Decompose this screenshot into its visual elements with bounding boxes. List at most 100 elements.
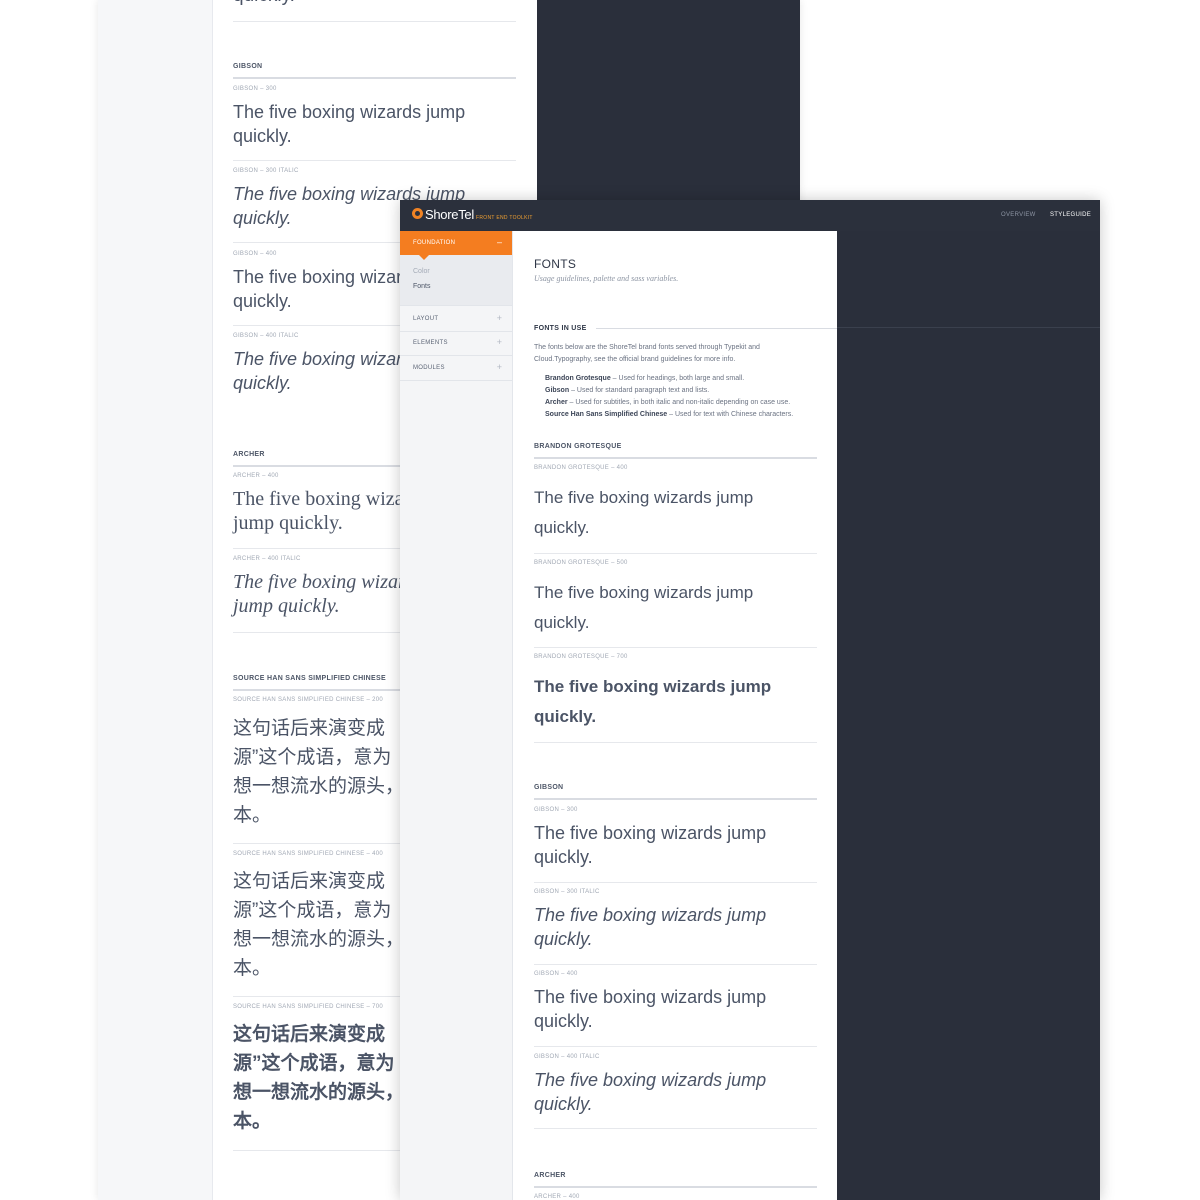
sidebar-item-label: ELEMENTS xyxy=(413,340,448,346)
styleguide-window: ShoreTel FRONT END TOOLKIT OVERVIEW STYL… xyxy=(400,200,1100,1200)
sample-label: GIBSON – 300 ITALIC xyxy=(233,168,299,174)
sample-text: quickly. xyxy=(233,373,292,393)
section-rule xyxy=(534,798,817,800)
sample-text: The five boxing wizards jump xyxy=(534,823,767,843)
sample-text: quickly. xyxy=(233,208,292,228)
collapse-icon[interactable]: – xyxy=(497,237,502,247)
sample-text: quickly. xyxy=(534,613,590,632)
chinese-sample-line: 本。 xyxy=(233,958,272,979)
submenu-item-color[interactable]: Color xyxy=(413,268,430,275)
sample-label: GIBSON – 300 ITALIC xyxy=(534,889,600,895)
active-pointer-icon xyxy=(419,255,429,260)
chinese-sample-line: 源”这个成语，意为 xyxy=(233,1053,395,1074)
sidebar-item-modules[interactable]: MODULES + xyxy=(400,355,512,381)
section-rule xyxy=(534,1186,817,1188)
sample-label: ARCHER – 400 ITALIC xyxy=(233,556,301,562)
divider xyxy=(534,882,817,883)
nav-styleguide[interactable]: STYLEGUIDE xyxy=(1050,212,1091,218)
logo-subtitle: FRONT END TOOLKIT xyxy=(476,215,533,221)
sample-text: The five boxing wizards jump xyxy=(534,1070,767,1090)
font-list-item: Archer – Used for subtitles, in both ita… xyxy=(545,399,790,406)
sample-text: The five boxing wizards xyxy=(233,571,423,593)
chinese-sample-line: 想一想流水的源头， xyxy=(233,929,405,950)
section-label-gibson: GIBSON xyxy=(534,784,564,791)
font-desc: – Used for text with Chinese characters. xyxy=(667,411,794,418)
divider xyxy=(534,742,817,743)
sample-text: The five boxing wizards jump xyxy=(534,905,767,925)
sample-label: GIBSON – 400 xyxy=(233,251,277,257)
sample-label: BRANDON GROTESQUE – 500 xyxy=(534,560,628,566)
font-list-item: Brandon Grotesque – Used for headings, b… xyxy=(545,375,744,382)
cutoff-sample-text: quickly. xyxy=(233,0,295,8)
shoretel-logo-icon[interactable] xyxy=(412,208,423,219)
font-name: Brandon Grotesque xyxy=(545,375,611,382)
page-title: FONTS xyxy=(534,257,577,271)
sample-text: quickly. xyxy=(534,847,593,867)
chinese-sample-line: 本。 xyxy=(233,805,272,826)
sample-label: GIBSON – 300 xyxy=(534,807,578,813)
expand-icon[interactable]: + xyxy=(497,362,502,372)
chinese-sample-line: 这句话后来演变成 xyxy=(233,871,386,892)
sample-text: quickly. xyxy=(534,929,593,949)
submenu-item-fonts[interactable]: Fonts xyxy=(413,283,431,290)
font-desc: – Used for headings, both large and smal… xyxy=(610,375,745,382)
main-content: FONTS Usage guidelines, palette and sass… xyxy=(513,231,837,1200)
sidebar-item-elements[interactable]: ELEMENTS + xyxy=(400,330,512,356)
sample-label: GIBSON – 300 xyxy=(233,86,277,92)
sample-text: The five boxing wizards jump xyxy=(534,583,754,602)
nav-overview[interactable]: OVERVIEW xyxy=(1001,212,1036,218)
sample-text: quickly. xyxy=(534,1011,593,1031)
sidebar-item-layout[interactable]: LAYOUT + xyxy=(400,305,512,332)
sample-text: quickly. xyxy=(534,1094,593,1114)
sidebar-item-label: FOUNDATION xyxy=(413,240,456,246)
expand-icon[interactable]: + xyxy=(497,337,502,347)
sidebar-item-label: LAYOUT xyxy=(413,316,439,322)
section-rule xyxy=(233,77,516,79)
background-sidebar xyxy=(98,0,213,1200)
expand-icon[interactable]: + xyxy=(497,313,502,323)
section-label-fonts-in-use: FONTS IN USE xyxy=(534,325,587,332)
sample-text: The five boxing wizards jump xyxy=(233,102,466,122)
font-name: Source Han Sans Simplified Chinese xyxy=(545,411,668,418)
sample-text: jump quickly. xyxy=(233,595,340,617)
sample-label: SOURCE HAN SANS SIMPLIFIED CHINESE – 200 xyxy=(233,697,384,703)
divider xyxy=(534,1046,817,1047)
sample-label: ARCHER – 400 xyxy=(534,1194,580,1200)
sample-text: The five boxing wizards xyxy=(233,488,428,510)
sample-label: GIBSON – 400 ITALIC xyxy=(534,1054,600,1060)
section-label-archer: ARCHER xyxy=(534,1172,566,1179)
section-label-archer: ARCHER xyxy=(233,451,265,458)
section-label-source-han: SOURCE HAN SANS SIMPLIFIED CHINESE xyxy=(233,675,386,682)
section-rule xyxy=(596,328,837,329)
sample-text: The five boxing wizards jump xyxy=(534,488,754,507)
logo-text[interactable]: ShoreTel xyxy=(425,207,474,222)
dark-side-panel xyxy=(837,231,1100,1200)
panel-rule xyxy=(837,327,1100,328)
font-name: Gibson xyxy=(545,387,570,394)
divider xyxy=(534,647,817,648)
section-rule xyxy=(534,457,817,459)
chinese-sample-line: 这句话后来演变成 xyxy=(233,718,386,739)
sample-label: GIBSON – 400 ITALIC xyxy=(233,333,299,339)
sidebar-item-label: MODULES xyxy=(413,365,445,371)
sample-text: quickly. xyxy=(534,707,597,726)
section-label-brandon: BRANDON GROTESQUE xyxy=(534,443,622,450)
font-list-item: Gibson – Used for standard paragraph tex… xyxy=(545,387,709,394)
section-label-gibson: GIBSON xyxy=(233,63,263,70)
sample-label: ARCHER – 400 xyxy=(233,473,279,479)
chinese-sample-line: 这句话后来演变成 xyxy=(233,1024,386,1045)
chinese-sample-line: 想一想流水的源头， xyxy=(233,776,405,797)
sample-text: The five boxing wizards jump xyxy=(534,677,772,696)
sidebar-item-foundation[interactable]: FOUNDATION – xyxy=(400,231,512,255)
divider xyxy=(534,1128,817,1129)
sidebar: Color Fonts FOUNDATION – LAYOUT + ELEMEN… xyxy=(400,231,513,1200)
page-subtitle: Usage guidelines, palette and sass varia… xyxy=(534,274,679,283)
chinese-sample-line: 源”这个成语，意为 xyxy=(233,747,392,768)
sample-label: SOURCE HAN SANS SIMPLIFIED CHINESE – 700 xyxy=(233,1004,384,1010)
sample-label: BRANDON GROTESQUE – 400 xyxy=(534,465,628,471)
divider xyxy=(233,160,516,161)
divider xyxy=(534,964,817,965)
sample-text: quickly. xyxy=(534,518,590,537)
divider xyxy=(534,553,817,554)
font-list-item: Source Han Sans Simplified Chinese – Use… xyxy=(545,411,793,418)
